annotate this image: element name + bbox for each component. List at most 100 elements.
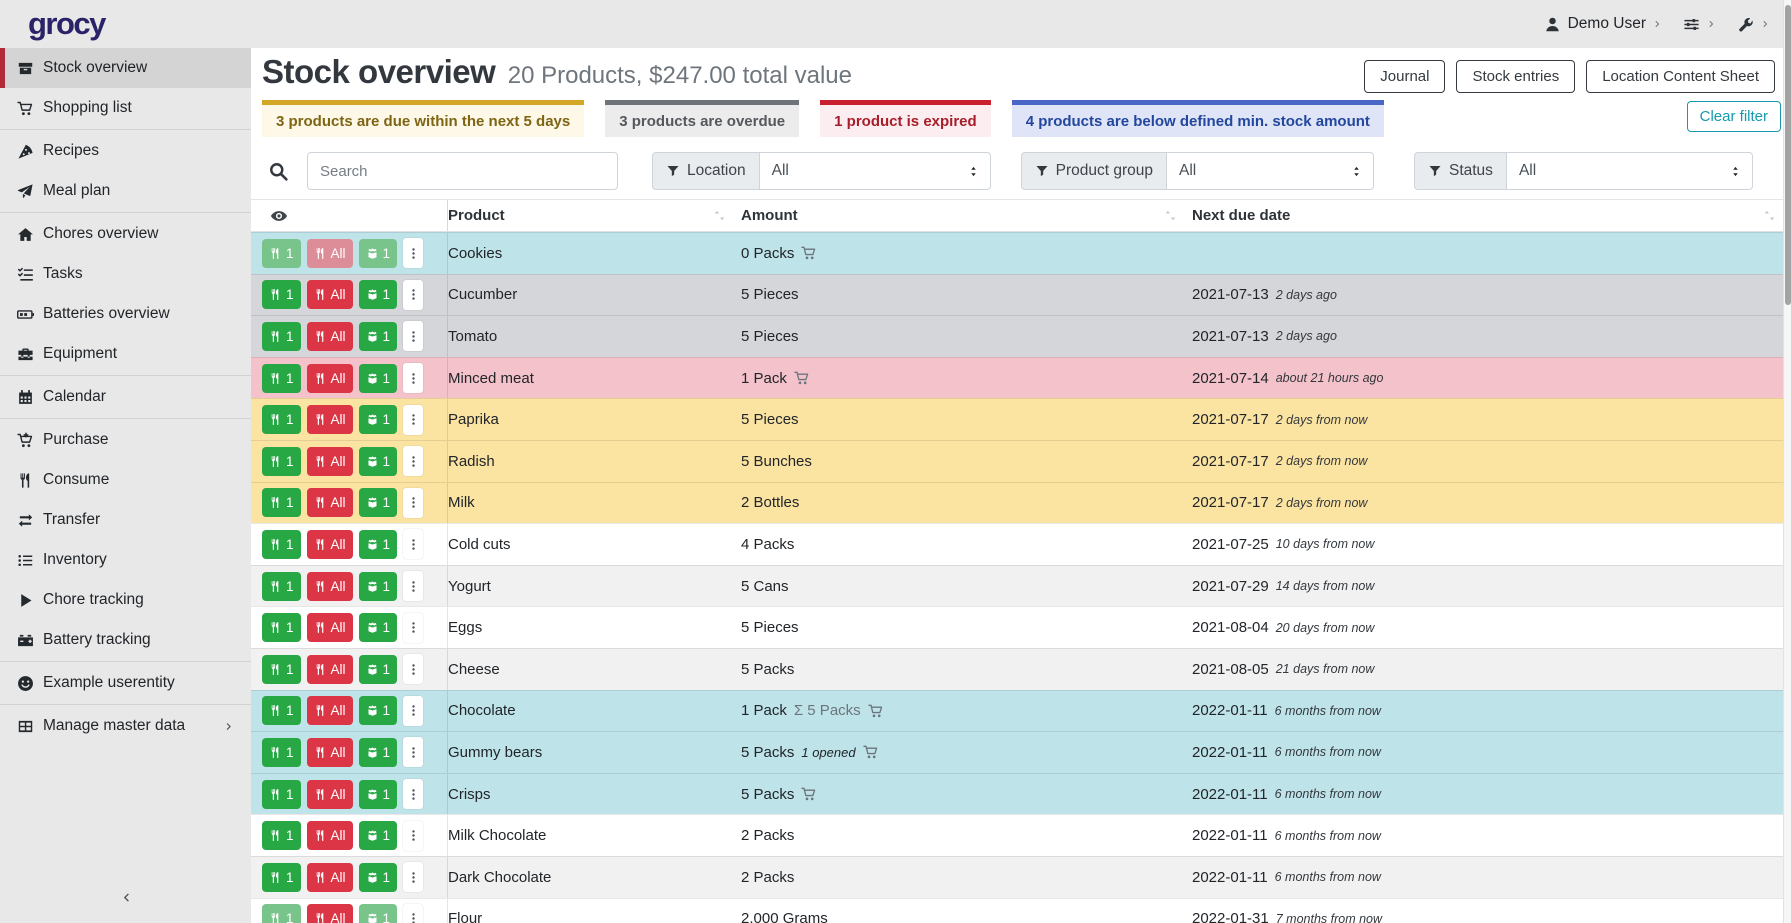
consume-one-button[interactable]: 1 — [262, 239, 301, 268]
admin-menu[interactable] — [1737, 16, 1771, 33]
search-input[interactable] — [307, 152, 618, 190]
column-header-amount[interactable]: Amount — [741, 200, 1192, 231]
sidebar-item-batteries-overview[interactable]: Batteries overview — [0, 294, 251, 334]
sidebar-item-shopping-list[interactable]: Shopping list — [0, 88, 251, 128]
row-menu-button[interactable] — [403, 862, 423, 892]
row-menu-button[interactable] — [403, 529, 423, 559]
consume-all-button[interactable]: All — [307, 655, 353, 684]
row-menu-button[interactable] — [403, 238, 423, 268]
consume-one-button[interactable]: 1 — [262, 322, 301, 351]
row-menu-button[interactable] — [403, 779, 423, 809]
consume-all-button[interactable]: All — [307, 904, 353, 923]
sidebar-item-recipes[interactable]: Recipes — [0, 131, 251, 171]
consume-one-button[interactable]: 1 — [262, 655, 301, 684]
journal-button[interactable]: Journal — [1364, 60, 1445, 93]
consume-one-button[interactable]: 1 — [262, 863, 301, 892]
consume-one-button[interactable]: 1 — [262, 572, 301, 601]
row-menu-button[interactable] — [403, 363, 423, 393]
open-one-button[interactable]: 1 — [359, 738, 398, 767]
row-menu-button[interactable] — [403, 446, 423, 476]
consume-all-button[interactable]: All — [307, 239, 353, 268]
consume-all-button[interactable]: All — [307, 280, 353, 309]
sidebar-item-calendar[interactable]: Calendar — [0, 377, 251, 417]
sidebar-collapse-button[interactable] — [0, 891, 251, 909]
consume-all-button[interactable]: All — [307, 613, 353, 642]
consume-all-button[interactable]: All — [307, 863, 353, 892]
sidebar-item-chores-overview[interactable]: Chores overview — [0, 214, 251, 254]
row-menu-button[interactable] — [403, 821, 423, 851]
consume-one-button[interactable]: 1 — [262, 364, 301, 393]
location-content-sheet-button[interactable]: Location Content Sheet — [1586, 60, 1775, 93]
consume-one-button[interactable]: 1 — [262, 530, 301, 559]
status-banner[interactable]: 3 products are overdue — [605, 100, 799, 137]
consume-all-button[interactable]: All — [307, 488, 353, 517]
sidebar-item-transfer[interactable]: Transfer — [0, 500, 251, 540]
row-menu-button[interactable] — [403, 321, 423, 351]
column-header-product[interactable]: Product — [448, 200, 741, 231]
consume-all-button[interactable]: All — [307, 364, 353, 393]
consume-one-button[interactable]: 1 — [262, 904, 301, 923]
product-group-select[interactable]: All — [1166, 152, 1374, 190]
consume-all-button[interactable]: All — [307, 821, 353, 850]
user-menu[interactable]: Demo User — [1544, 15, 1663, 33]
consume-all-button[interactable]: All — [307, 405, 353, 434]
open-one-button[interactable]: 1 — [359, 364, 398, 393]
consume-one-button[interactable]: 1 — [262, 488, 301, 517]
sidebar-item-example-userentity[interactable]: Example userentity — [0, 663, 251, 703]
location-select[interactable]: All — [759, 152, 991, 190]
open-one-button[interactable]: 1 — [359, 322, 398, 351]
consume-one-button[interactable]: 1 — [262, 405, 301, 434]
status-banner[interactable]: 3 products are due within the next 5 day… — [262, 100, 584, 137]
row-menu-button[interactable] — [403, 737, 423, 767]
open-one-button[interactable]: 1 — [359, 863, 398, 892]
open-one-button[interactable]: 1 — [359, 780, 398, 809]
row-menu-button[interactable] — [403, 280, 423, 310]
status-banner[interactable]: 4 products are below defined min. stock … — [1012, 100, 1384, 137]
open-one-button[interactable]: 1 — [359, 696, 398, 725]
sidebar-item-equipment[interactable]: Equipment — [0, 334, 251, 374]
consume-one-button[interactable]: 1 — [262, 821, 301, 850]
consume-one-button[interactable]: 1 — [262, 447, 301, 476]
sidebar-item-tasks[interactable]: Tasks — [0, 254, 251, 294]
open-one-button[interactable]: 1 — [359, 655, 398, 684]
sidebar-item-consume[interactable]: Consume — [0, 460, 251, 500]
consume-one-button[interactable]: 1 — [262, 280, 301, 309]
row-menu-button[interactable] — [403, 488, 423, 518]
open-one-button[interactable]: 1 — [359, 613, 398, 642]
row-menu-button[interactable] — [403, 571, 423, 601]
sidebar-item-chore-tracking[interactable]: Chore tracking — [0, 580, 251, 620]
open-one-button[interactable]: 1 — [359, 239, 398, 268]
status-select[interactable]: All — [1506, 152, 1753, 190]
open-one-button[interactable]: 1 — [359, 405, 398, 434]
open-one-button[interactable]: 1 — [359, 904, 398, 923]
row-menu-button[interactable] — [403, 696, 423, 726]
open-one-button[interactable]: 1 — [359, 488, 398, 517]
sidebar-item-purchase[interactable]: Purchase — [0, 420, 251, 460]
column-visibility-toggle[interactable] — [251, 200, 448, 231]
stock-entries-button[interactable]: Stock entries — [1456, 60, 1575, 93]
grocy-logo[interactable]: grocy — [28, 6, 105, 42]
consume-one-button[interactable]: 1 — [262, 780, 301, 809]
status-banner[interactable]: 1 product is expired — [820, 100, 991, 137]
consume-all-button[interactable]: All — [307, 738, 353, 767]
consume-all-button[interactable]: All — [307, 572, 353, 601]
sidebar-item-battery-tracking[interactable]: Battery tracking — [0, 620, 251, 660]
consume-one-button[interactable]: 1 — [262, 613, 301, 642]
consume-all-button[interactable]: All — [307, 696, 353, 725]
column-header-next-due-date[interactable]: Next due date — [1192, 200, 1783, 231]
row-menu-button[interactable] — [403, 405, 423, 435]
consume-one-button[interactable]: 1 — [262, 738, 301, 767]
settings-menu[interactable] — [1683, 16, 1717, 33]
clear-filter-button[interactable]: Clear filter — [1687, 101, 1781, 132]
sidebar-item-manage-master-data[interactable]: Manage master data — [0, 706, 251, 746]
open-one-button[interactable]: 1 — [359, 447, 398, 476]
row-menu-button[interactable] — [403, 904, 423, 923]
open-one-button[interactable]: 1 — [359, 572, 398, 601]
consume-all-button[interactable]: All — [307, 447, 353, 476]
consume-all-button[interactable]: All — [307, 530, 353, 559]
scrollbar-thumb[interactable] — [1785, 5, 1791, 305]
row-menu-button[interactable] — [403, 654, 423, 684]
open-one-button[interactable]: 1 — [359, 530, 398, 559]
row-menu-button[interactable] — [403, 613, 423, 643]
consume-all-button[interactable]: All — [307, 780, 353, 809]
